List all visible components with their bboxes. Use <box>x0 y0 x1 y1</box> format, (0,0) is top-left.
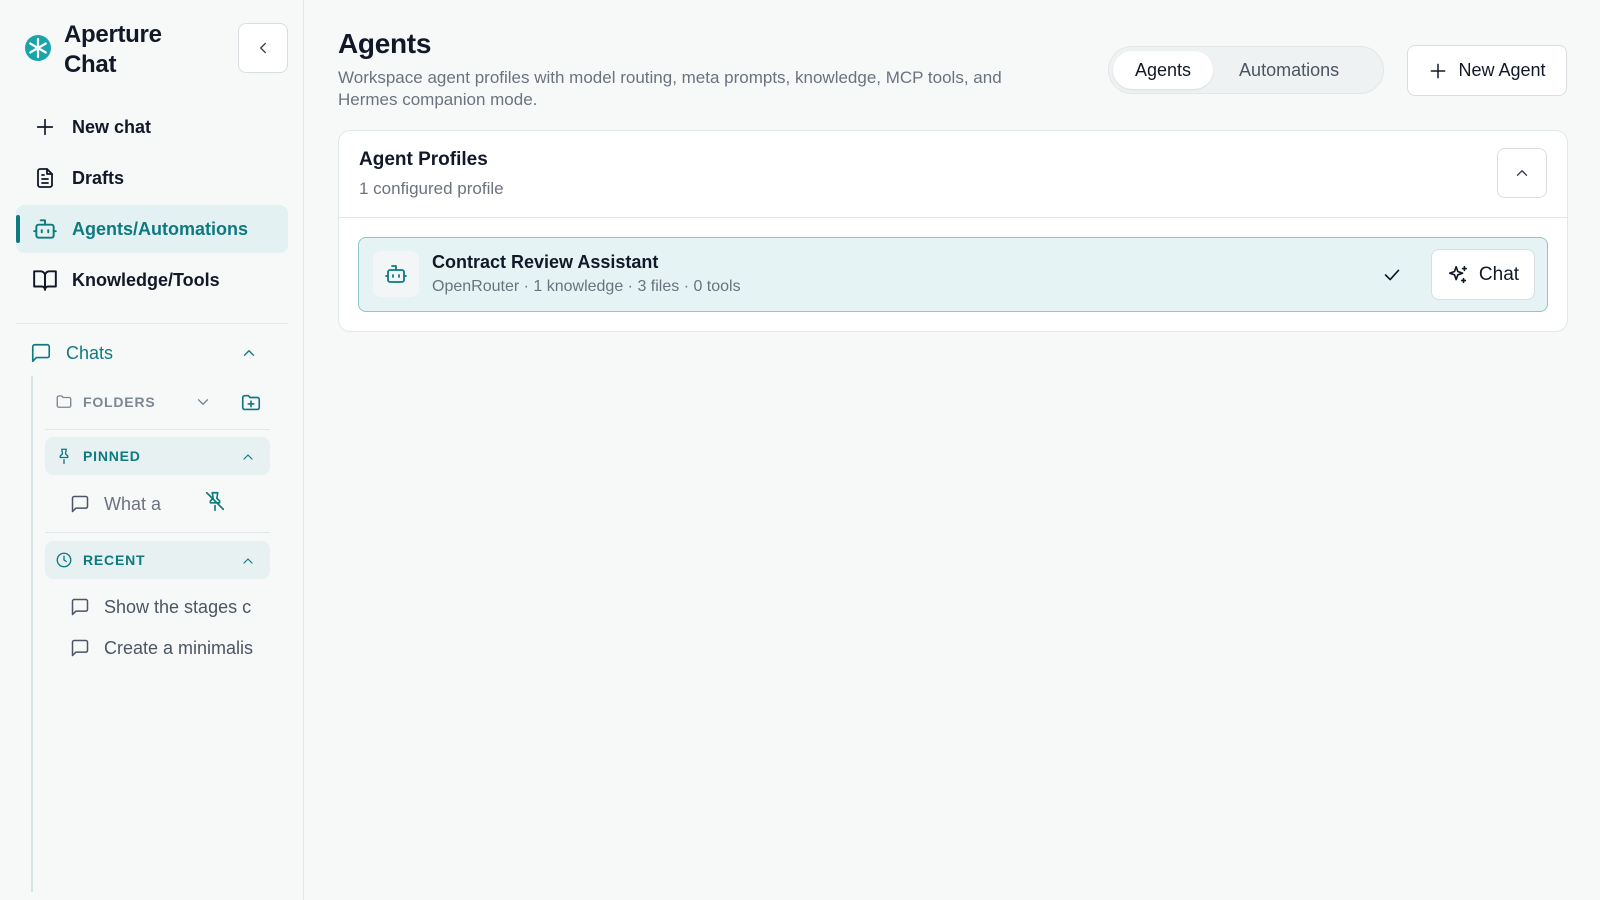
chevron-left-icon <box>254 39 272 57</box>
new-folder-button[interactable] <box>240 392 262 414</box>
chat-title: What a <box>104 493 162 514</box>
section-title: Agent Profiles <box>359 149 488 170</box>
message-square-icon <box>70 638 90 658</box>
new-agent-label: New Agent <box>1458 60 1546 80</box>
message-square-icon <box>30 342 52 364</box>
nav-label: Knowledge/Tools <box>72 269 220 290</box>
sidebar: Aperture Chat New chat Drafts Agents/Aut… <box>0 0 304 900</box>
document-icon <box>32 165 58 191</box>
nav-agents-automations[interactable]: Agents/Automations <box>16 205 288 253</box>
section-subtitle: 1 configured profile <box>359 179 504 198</box>
agent-meta: OpenRouter · 1 knowledge · 3 files · 0 t… <box>432 278 741 295</box>
view-tabs: Agents Automations <box>1108 46 1384 94</box>
recent-section-toggle[interactable]: RECENT <box>45 541 270 579</box>
chevron-up-icon <box>240 344 258 362</box>
app-name: Aperture Chat <box>64 21 162 78</box>
pinned-label: PINNED <box>83 448 141 464</box>
agent-name: Contract Review Assistant <box>432 252 659 272</box>
chevron-up-icon <box>1513 164 1531 182</box>
recent-chat-item[interactable]: Create a minimalis <box>70 633 260 663</box>
nav-label: Drafts <box>72 167 125 188</box>
chats-label: Chats <box>66 342 114 363</box>
nav-drafts[interactable]: Drafts <box>16 154 288 202</box>
unpin-icon[interactable] <box>204 490 226 512</box>
agent-profile-row[interactable]: Contract Review Assistant OpenRouter · 1… <box>358 237 1548 312</box>
chevron-up-icon <box>240 553 256 569</box>
message-square-icon <box>70 494 90 514</box>
pin-icon <box>55 447 73 465</box>
page-subtitle: Workspace agent profiles with model rout… <box>338 68 1002 109</box>
chevron-up-icon <box>240 449 256 465</box>
nav-knowledge-tools[interactable]: Knowledge/Tools <box>16 256 288 304</box>
chevron-down-icon <box>194 393 212 411</box>
section-divider <box>45 429 270 430</box>
tab-automations[interactable]: Automations <box>1217 51 1361 89</box>
new-agent-button[interactable]: New Agent <box>1407 45 1567 96</box>
recent-label: RECENT <box>83 552 146 568</box>
sidebar-divider <box>16 323 288 324</box>
agent-profiles-card: Agent Profiles 1 configured profile Cont… <box>338 130 1568 332</box>
page-title: Agents <box>338 28 432 59</box>
plus-icon <box>32 114 58 140</box>
nav-new-chat[interactable]: New chat <box>16 103 288 151</box>
folders-label: FOLDERS <box>83 394 156 410</box>
robot-icon <box>32 216 58 242</box>
agent-chat-button[interactable]: Chat <box>1431 249 1535 300</box>
tab-agents[interactable]: Agents <box>1113 51 1214 89</box>
nav-label: New chat <box>72 116 152 137</box>
folder-icon <box>55 393 73 411</box>
chat-title: Show the stages c <box>104 596 252 617</box>
recent-chat-item[interactable]: Show the stages c <box>70 592 260 622</box>
aperture-logo-icon <box>24 34 52 62</box>
brand[interactable]: Aperture Chat <box>24 20 184 80</box>
check-icon <box>1381 264 1403 286</box>
chat-button-label: Chat <box>1478 263 1520 285</box>
folders-section-toggle[interactable]: FOLDERS <box>45 383 270 421</box>
tree-guide-line <box>31 376 33 892</box>
main-content: Agents Workspace agent profiles with mod… <box>304 0 1600 900</box>
book-icon <box>32 267 58 293</box>
pinned-section-toggle[interactable]: PINNED <box>45 437 270 475</box>
card-divider <box>339 217 1567 218</box>
section-divider <box>45 532 270 533</box>
robot-icon <box>373 251 419 297</box>
collapse-section-button[interactable] <box>1497 148 1547 198</box>
nav-label: Agents/Automations <box>72 218 249 239</box>
chat-title: Create a minimalis <box>104 637 254 658</box>
clock-icon <box>55 551 73 569</box>
message-square-icon <box>70 597 90 617</box>
collapse-sidebar-button[interactable] <box>238 23 288 73</box>
plus-icon <box>1428 61 1448 81</box>
sparkles-icon <box>1447 264 1469 286</box>
chats-section-toggle[interactable]: Chats <box>30 336 258 370</box>
pinned-chat-item[interactable]: What a <box>70 489 260 519</box>
